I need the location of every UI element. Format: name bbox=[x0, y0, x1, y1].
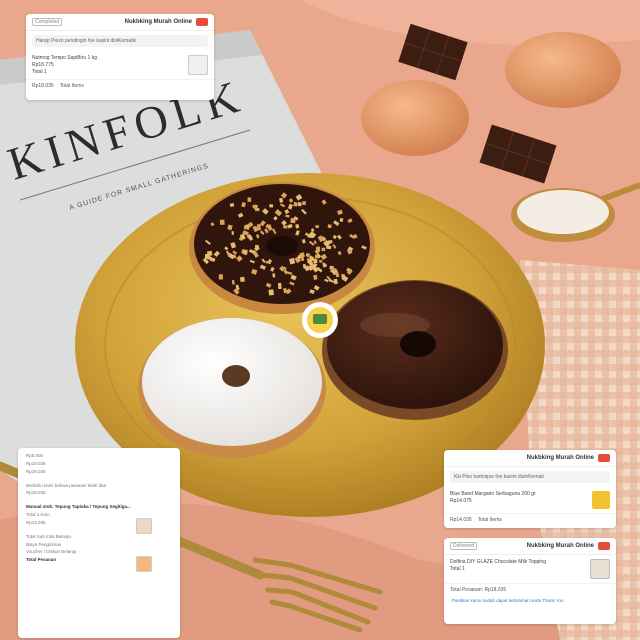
summary-line: Rp5.000 bbox=[26, 453, 44, 458]
white-glazed-donut bbox=[138, 318, 326, 458]
order-card-top-left: Completed Nukbking Murah Online Harap Pi… bbox=[26, 14, 214, 100]
nut-topping bbox=[327, 224, 332, 229]
nut-topping bbox=[265, 260, 272, 264]
product-thumbnail bbox=[592, 491, 610, 509]
product-thumbnail bbox=[136, 556, 152, 572]
order-status-badge: Delivered bbox=[450, 542, 478, 550]
summary-line: Total Sub total Belanja bbox=[26, 533, 71, 539]
nut-topping bbox=[302, 201, 306, 205]
product-qty: Total 1 bbox=[450, 565, 465, 572]
product-price: Rp18.775 bbox=[32, 61, 54, 68]
order-status-badge: Completed bbox=[32, 18, 63, 26]
product-thumbnail bbox=[590, 559, 610, 579]
order-card-bottom-right: Delivered Nukbking Murah Online Dolfina … bbox=[444, 538, 616, 624]
marketplace-logo-icon bbox=[598, 542, 610, 550]
product-thumbnail bbox=[136, 518, 152, 534]
order-note: Kki Piso kartnique foe kasini disinKemat… bbox=[450, 471, 610, 483]
summary-line: Total Pesanan bbox=[26, 557, 57, 563]
nut-topping bbox=[300, 255, 305, 262]
order-note: Harap Piezo pendingin foe kasini disiKem… bbox=[32, 35, 208, 47]
nut-topping bbox=[314, 254, 319, 259]
nut-topping bbox=[247, 197, 252, 202]
nut-topping bbox=[207, 257, 212, 260]
nut-topping bbox=[239, 276, 245, 283]
nut-topping bbox=[242, 250, 247, 255]
nut-topping bbox=[283, 225, 288, 229]
nut-topping bbox=[313, 258, 318, 264]
nut-topping bbox=[321, 247, 326, 252]
nut-topping bbox=[268, 289, 274, 296]
chocolate-nut-donut bbox=[189, 182, 375, 314]
nut-topping bbox=[277, 282, 282, 290]
order-card-bottom-left: Rp5.000 Rp18.035 Rp18.035 Beritahu kami bah… bbox=[18, 448, 180, 638]
info-link[interactable]: Pastikan kamu sudah dapat kebutuhan anda… bbox=[444, 596, 616, 605]
total-label: Total Items bbox=[477, 517, 502, 523]
nut-topping bbox=[327, 240, 333, 244]
total-label: Total Pesanan: Rp18.035 bbox=[450, 587, 507, 593]
product-thumbnail bbox=[188, 55, 208, 75]
nut-topping bbox=[333, 278, 338, 285]
order-card-mid-right: Nukbking Murah Online Kki Piso kartnique… bbox=[444, 450, 616, 528]
order-summary-lines: Rp5.000 Rp18.035 Rp18.035 Beritahu kami bah… bbox=[18, 452, 180, 564]
product-name: Blue Band Margarin Serbaguna 200 gr bbox=[450, 491, 536, 497]
summary-line: Manual stok: Tepung Tapioka / Tepung Seg… bbox=[26, 504, 131, 510]
nut-topping bbox=[297, 202, 302, 207]
product-name: Dolfina DIY GLAZE Chocolate Milk Topping bbox=[450, 559, 546, 565]
nut-topping bbox=[272, 273, 276, 278]
nut-topping bbox=[231, 231, 235, 235]
product-row[interactable]: Blue Band Margarin Serbaguna 200 gr Rp14… bbox=[444, 487, 616, 513]
product-row[interactable]: Nutmog Tempo SapiBiru 1 kg Rp18.775 Tota… bbox=[26, 51, 214, 79]
product-name: Nutmog Tempo SapiBiru 1 kg bbox=[32, 55, 97, 61]
product-price: Rp14.075 bbox=[450, 497, 472, 504]
shop-logo-sticker bbox=[302, 302, 338, 338]
shop-name: Nukbking Murah Online bbox=[124, 19, 192, 25]
summary-line: Biaya Pengiriman bbox=[26, 541, 62, 547]
product-row[interactable]: Dolfina DIY GLAZE Chocolate Milk Topping… bbox=[444, 555, 616, 583]
shop-name: Nukbking Murah Online bbox=[526, 455, 594, 461]
summary-line: Voucher / Diskon Belanja bbox=[26, 549, 77, 555]
nut-topping bbox=[219, 219, 225, 225]
summary-line: Rp18.035 bbox=[26, 460, 46, 466]
summary-line: Rp18.035 bbox=[26, 490, 46, 496]
nut-topping bbox=[218, 274, 223, 280]
nut-topping bbox=[295, 224, 300, 229]
total-amount: Rp18.035 bbox=[32, 83, 54, 90]
marketplace-logo-icon bbox=[196, 18, 208, 26]
marketplace-logo-icon bbox=[598, 454, 610, 462]
nut-topping bbox=[290, 217, 296, 224]
nut-topping bbox=[315, 225, 320, 229]
note-text: Kki Piso kartnique foe kasini disinKemat… bbox=[454, 474, 544, 480]
nut-topping bbox=[269, 204, 274, 208]
total-label: Total Items bbox=[59, 83, 84, 90]
product-qty: Total 1 bbox=[32, 68, 47, 75]
summary-line: Total 1 Kom bbox=[26, 512, 50, 518]
egg bbox=[505, 32, 621, 108]
summary-line: Beritahu kami bahwa pesanan telah tiba bbox=[26, 482, 107, 488]
nut-topping bbox=[257, 224, 261, 231]
total-amount: Rp14.035 bbox=[450, 517, 472, 523]
chocolate-glazed-donut bbox=[322, 280, 508, 420]
summary-line: Rp14.035 bbox=[26, 519, 46, 525]
summary-line: Rp18.035 bbox=[26, 468, 46, 474]
nut-topping bbox=[293, 201, 298, 207]
note-text: Harap Piezo pendingin foe kasini disiKem… bbox=[36, 38, 137, 44]
shop-name: Nukbking Murah Online bbox=[526, 543, 594, 549]
egg bbox=[361, 80, 469, 156]
